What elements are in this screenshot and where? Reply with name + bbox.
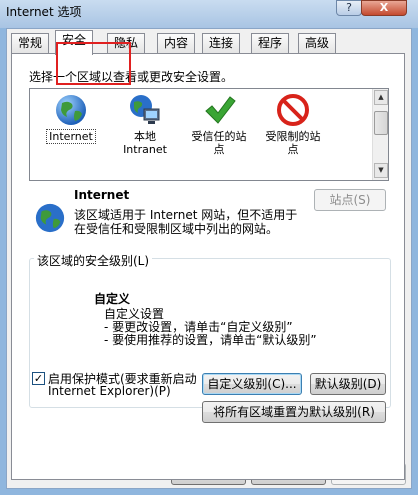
scroll-up-icon[interactable]: ▲ xyxy=(374,90,388,105)
scroll-down-icon[interactable]: ▼ xyxy=(374,163,388,178)
zone-label: Internet xyxy=(46,129,96,144)
selected-zone-globe-icon xyxy=(35,203,65,233)
zones-heading: 选择一个区域以查看或更改安全设置。 xyxy=(29,70,234,84)
close-button[interactable]: X xyxy=(361,0,407,16)
tab-content[interactable]: 内容 xyxy=(157,33,196,54)
selected-zone-name: Internet xyxy=(74,188,130,202)
security-level-line3: - 要使用推荐的设置，请单击“默认级别” xyxy=(104,333,317,347)
tab-security[interactable]: 安全 xyxy=(55,30,94,55)
help-button[interactable]: ? xyxy=(336,0,362,16)
restricted-icon xyxy=(277,94,309,126)
intranet-icon xyxy=(130,95,160,124)
zone-label: 受限制的站 点 xyxy=(265,130,321,156)
tab-general[interactable]: 常规 xyxy=(11,33,50,54)
protected-mode-checkbox[interactable]: ✓ xyxy=(32,372,45,385)
security-tab-panel: 选择一个区域以查看或更改安全设置。 Internet 本地 Intranet 受… xyxy=(11,53,405,480)
security-level-title: 该区域的安全级别(L) xyxy=(34,252,153,269)
tab-programs[interactable]: 程序 xyxy=(251,33,290,54)
title-bar: Internet 选项 ? X xyxy=(0,0,418,28)
zone-internet[interactable]: Internet xyxy=(34,93,108,144)
protected-mode-label-line2[interactable]: Internet Explorer)(P) xyxy=(48,384,171,398)
zone-label: 本地 Intranet xyxy=(123,130,167,156)
zone-trusted-sites[interactable]: 受信任的站 点 xyxy=(182,93,256,156)
zone-local-intranet[interactable]: 本地 Intranet xyxy=(108,93,182,156)
scroll-thumb[interactable] xyxy=(374,111,388,135)
tab-privacy[interactable]: 隐私 xyxy=(107,33,146,54)
custom-level-button[interactable]: 自定义级别(C)... xyxy=(202,373,302,395)
globe-icon xyxy=(56,95,86,125)
zones-list: Internet 本地 Intranet 受信任的站 点 受限制的站 点 ▲ ▼ xyxy=(29,88,389,181)
zone-description-line2: 在受信任和受限制区域中列出的网站。 xyxy=(74,222,279,236)
reset-all-zones-button[interactable]: 将所有区域重置为默认级别(R) xyxy=(202,401,386,423)
tab-advanced[interactable]: 高级 xyxy=(298,33,337,54)
zone-label: 受信任的站 点 xyxy=(191,130,247,156)
checkmark-icon xyxy=(205,96,236,124)
window-title: Internet 选项 xyxy=(6,5,82,19)
sites-button[interactable]: 站点(S) xyxy=(314,189,386,211)
tab-connections[interactable]: 连接 xyxy=(202,33,241,54)
zone-restricted-sites[interactable]: 受限制的站 点 xyxy=(256,93,330,156)
zones-scrollbar[interactable]: ▲ ▼ xyxy=(372,89,388,180)
dialog-body: 常规 安全 隐私 内容 连接 程序 高级 选择一个区域以查看或更改安全设置。 I… xyxy=(6,28,412,489)
default-level-button[interactable]: 默认级别(D) xyxy=(310,373,386,395)
